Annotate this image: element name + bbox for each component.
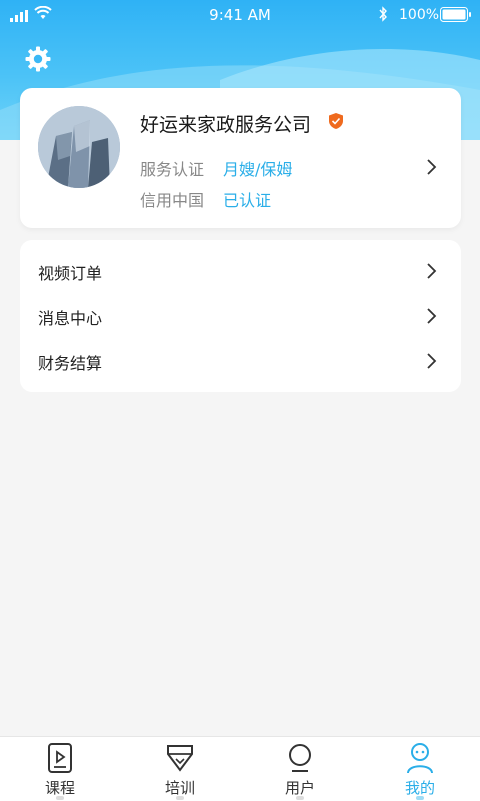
tab-indicator: [416, 796, 424, 800]
tab-label: 我的: [404, 779, 435, 797]
battery-icon: [440, 7, 472, 26]
tab-training[interactable]: 培训: [120, 737, 240, 801]
chevron-right-icon: [425, 352, 437, 374]
training-icon: [164, 741, 196, 779]
tab-label: 用户: [284, 779, 315, 797]
company-name: 好运来家政服务公司: [140, 114, 312, 136]
credit-china-value: 已认证: [223, 191, 272, 210]
service-cert-label: 服务认证: [140, 160, 205, 179]
profile-icon: [404, 741, 436, 779]
battery-percent: 100%: [399, 7, 440, 23]
settings-button[interactable]: [24, 45, 52, 73]
status-bar: 9:41 AM 100%: [0, 0, 480, 30]
tab-user[interactable]: 用户: [240, 737, 360, 801]
menu-item-video-orders[interactable]: 视频订单: [20, 248, 461, 293]
tab-indicator: [296, 796, 304, 800]
tab-label: 课程: [44, 779, 75, 797]
chevron-right-icon: [425, 158, 437, 180]
menu-item-label: 消息中心: [38, 309, 103, 328]
tab-course[interactable]: 课程: [0, 737, 120, 801]
tab-profile[interactable]: 我的: [360, 737, 480, 801]
chevron-right-icon: [425, 307, 437, 329]
menu-card: 视频订单 消息中心 财务结算: [20, 240, 461, 392]
service-cert-value: 月嫂/保姆: [223, 160, 293, 179]
tab-indicator: [56, 796, 64, 800]
verified-shield-icon: [328, 112, 344, 134]
bottom-tab-bar: 课程 培训 用户 我的: [0, 736, 480, 801]
tab-indicator: [176, 796, 184, 800]
company-profile-card[interactable]: 好运来家政服务公司 服务认证 月嫂/保姆 信用中国 已认证: [20, 88, 461, 228]
user-icon: [284, 741, 316, 779]
chevron-right-icon: [425, 262, 437, 284]
menu-item-finance-settlement[interactable]: 财务结算: [20, 338, 461, 383]
menu-item-label: 视频订单: [38, 264, 103, 283]
menu-item-message-center[interactable]: 消息中心: [20, 293, 461, 338]
credit-china-label: 信用中国: [140, 191, 205, 210]
course-icon: [44, 741, 76, 779]
bluetooth-icon: [378, 6, 388, 26]
company-avatar: [38, 106, 120, 188]
tab-label: 培训: [164, 779, 195, 797]
menu-item-label: 财务结算: [38, 354, 103, 373]
gear-icon: [25, 46, 51, 72]
